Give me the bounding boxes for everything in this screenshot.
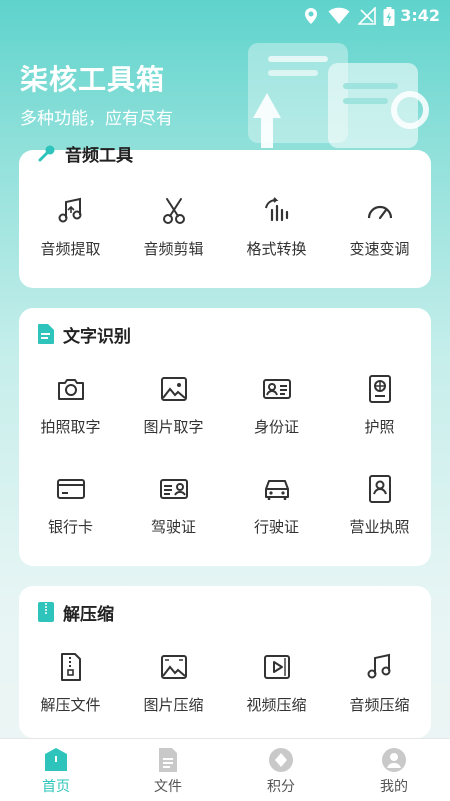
mic-icon (38, 145, 55, 162)
tool-driver-license[interactable]: 驾驶证 (122, 474, 225, 554)
tool-label: 驾驶证 (150, 518, 196, 536)
tool-label: 音频压缩 (349, 696, 410, 714)
decompress-card: 解压缩 解压文件 图片压缩 视频压缩 音频压缩 (19, 586, 431, 738)
video-icon (264, 655, 290, 679)
car-icon (265, 480, 289, 500)
tool-label: 图片取字 (143, 418, 204, 436)
tool-image-text[interactable]: 图片取字 (122, 374, 225, 454)
tab-label: 我的 (380, 779, 408, 795)
tool-vehicle-license[interactable]: 行驶证 (225, 474, 328, 554)
business-license-icon (369, 475, 391, 503)
image-icon (161, 377, 187, 401)
camera-icon (58, 379, 84, 400)
tool-label: 视频压缩 (246, 696, 307, 714)
audio-tools-card: 音频工具 音频提取 音频剪辑 格式转换 变速变调 (19, 145, 431, 288)
header-illustration (248, 43, 429, 148)
audio-tools-title: 音频工具 (65, 145, 133, 166)
tool-label: 护照 (364, 418, 395, 436)
tool-label: 解压文件 (40, 696, 101, 714)
music-note-upload-icon (58, 197, 82, 223)
tab-points[interactable]: 积分 (225, 739, 337, 801)
id-card-icon (263, 379, 291, 399)
tool-label: 音频剪辑 (143, 240, 204, 258)
tool-audio-extract[interactable]: 音频提取 (19, 196, 122, 276)
tool-id-card[interactable]: 身份证 (225, 374, 328, 454)
user-icon (382, 748, 406, 772)
tool-label: 拍照取字 (40, 418, 101, 436)
scissors-icon (163, 198, 185, 224)
points-icon (269, 748, 293, 772)
tool-label: 音频提取 (40, 240, 101, 258)
tool-label: 身份证 (253, 418, 299, 436)
tool-label: 格式转换 (246, 240, 307, 258)
tool-label: 变速变调 (349, 240, 410, 258)
tool-video-compress[interactable]: 视频压缩 (225, 652, 328, 732)
tool-audio-clip[interactable]: 音频剪辑 (122, 196, 225, 276)
tool-label: 行驶证 (253, 518, 299, 536)
app-title: 柒核工具箱 (20, 63, 166, 96)
wifi-icon (328, 7, 350, 25)
decompress-title: 解压缩 (63, 604, 114, 625)
speedometer-icon (367, 205, 393, 220)
status-bar: 3:42 (0, 0, 450, 32)
tab-me[interactable]: 我的 (338, 739, 450, 801)
tab-label: 首页 (42, 779, 70, 795)
tool-unzip-file[interactable]: 解压文件 (19, 652, 122, 732)
signal-icon (358, 7, 376, 25)
image-compress-icon (161, 655, 187, 679)
decompress-header: 解压缩 (37, 600, 114, 625)
text-recognition-header: 文字识别 (37, 322, 131, 347)
app-subtitle: 多种功能，应有尽有 (20, 109, 173, 129)
tab-home[interactable]: 首页 (0, 739, 112, 801)
battery-icon (383, 7, 395, 26)
location-icon (305, 8, 317, 24)
tool-label: 营业执照 (349, 518, 410, 536)
text-recognition-card: 文字识别 拍照取字 图片取字 身份证 护照 银行卡 驾驶证 行驶证 营业执照 (19, 308, 431, 566)
zip-file-icon (61, 653, 81, 681)
zip-icon (38, 602, 54, 622)
tool-image-compress[interactable]: 图片压缩 (122, 652, 225, 732)
tool-photo-text[interactable]: 拍照取字 (19, 374, 122, 454)
tool-format-convert[interactable]: 格式转换 (225, 196, 328, 276)
text-recognition-title: 文字识别 (63, 326, 131, 347)
music-note-icon (367, 653, 391, 679)
file-icon (159, 748, 177, 772)
waveform-convert-icon (265, 197, 289, 222)
home-icon (45, 748, 67, 771)
tab-label: 积分 (267, 779, 295, 795)
clock: 3:42 (400, 6, 440, 25)
tool-label: 银行卡 (47, 518, 93, 536)
tool-label: 图片压缩 (143, 696, 204, 714)
tool-audio-compress[interactable]: 音频压缩 (328, 652, 431, 732)
bank-card-icon (57, 479, 85, 499)
document-icon (38, 324, 54, 344)
tool-passport[interactable]: 护照 (328, 374, 431, 454)
tab-files[interactable]: 文件 (112, 739, 224, 801)
driver-license-icon (160, 479, 188, 499)
tool-speed-pitch[interactable]: 变速变调 (328, 196, 431, 276)
bottom-tab-bar: 首页 文件 积分 我的 (0, 738, 450, 801)
tool-business-license[interactable]: 营业执照 (328, 474, 431, 554)
passport-icon (369, 375, 391, 403)
tab-label: 文件 (154, 779, 182, 795)
tool-bank-card[interactable]: 银行卡 (19, 474, 122, 554)
audio-tools-header: 音频工具 (37, 141, 133, 166)
